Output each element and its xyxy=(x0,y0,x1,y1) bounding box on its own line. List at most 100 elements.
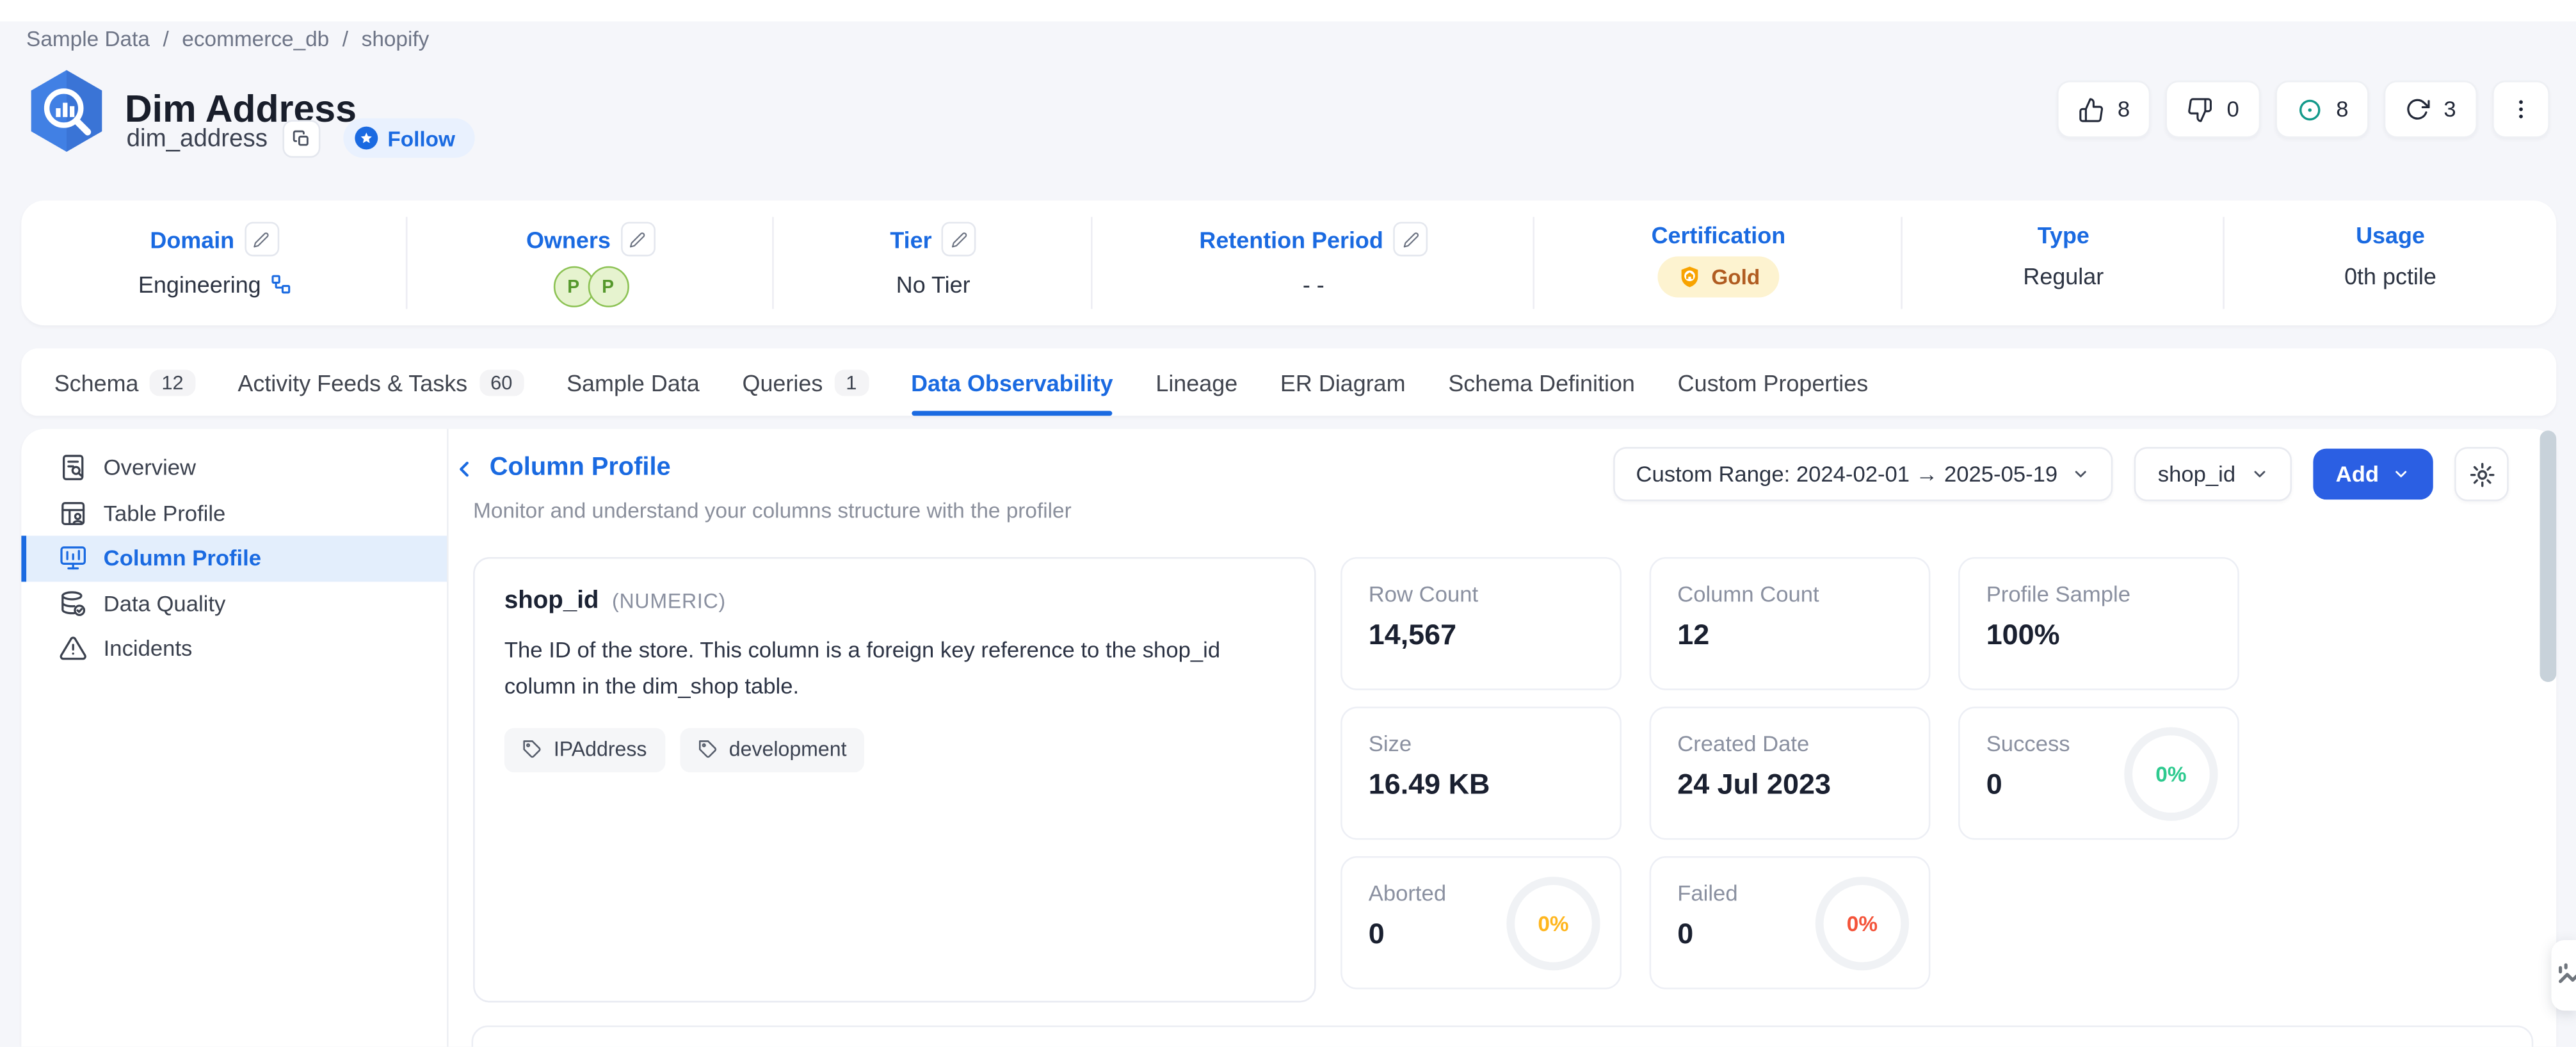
edit-tier-button[interactable] xyxy=(942,222,976,256)
vertical-scrollbar[interactable] xyxy=(2540,430,2557,682)
thumbs-down-icon xyxy=(2187,96,2214,122)
observability-sidebar: Overview Table Profile Column Profile Da… xyxy=(21,429,448,1047)
edit-domain-button[interactable] xyxy=(245,222,279,256)
info-owners: Owners P P xyxy=(407,200,773,325)
profile-stats-grid: Row Count 14,567 Column Count 12 Profile… xyxy=(1340,557,2239,989)
owner-avatars: P P xyxy=(553,266,629,307)
follow-label: Follow xyxy=(387,126,455,150)
breadcrumb-link-schema[interactable]: shopify xyxy=(362,26,430,51)
entity-name: dim_address xyxy=(127,124,268,152)
date-range-dropdown[interactable]: Custom Range: 2024-02-01 → 2025-05-19 xyxy=(1613,447,2114,501)
upvote-count: 8 xyxy=(2118,97,2130,121)
column-tags: IPAddress development xyxy=(504,727,1285,772)
breadcrumb-separator: / xyxy=(163,26,168,51)
data-quality-icon xyxy=(59,590,87,618)
failed-percent-ring: 0% xyxy=(1815,876,1909,970)
profile-controls: Custom Range: 2024-02-01 → 2025-05-19 sh… xyxy=(1613,447,2509,501)
tab-count: 60 xyxy=(479,369,524,395)
info-retention: Retention Period - - xyxy=(1093,200,1534,325)
entity-info-bar: Domain Engineering Owners P P Tier xyxy=(21,200,2556,325)
copy-icon xyxy=(293,129,310,147)
tab-schema[interactable]: Schema12 xyxy=(54,348,195,416)
sidebar-item-data-quality[interactable]: Data Quality xyxy=(21,581,447,626)
type-label: Type xyxy=(2038,222,2089,248)
domain-value[interactable]: Engineering xyxy=(138,271,291,297)
watch-eye-icon xyxy=(2297,96,2323,122)
watch-button[interactable]: 8 xyxy=(2275,81,2370,138)
breadcrumb-link-service[interactable]: Sample Data xyxy=(26,26,150,51)
upvote-button[interactable]: 8 xyxy=(2057,81,2152,138)
tab-data-observability[interactable]: Data Observability xyxy=(911,348,1113,416)
incidents-warning-icon xyxy=(59,635,87,663)
bigquery-service-icon xyxy=(23,67,110,154)
avatar[interactable]: P xyxy=(587,266,628,307)
sidebar-item-incidents[interactable]: Incidents xyxy=(21,626,447,672)
column-description: The ID of the store. This column is a fo… xyxy=(504,633,1285,704)
info-tier: Tier No Tier xyxy=(774,200,1093,325)
chevron-down-icon xyxy=(2392,465,2410,483)
follow-button[interactable]: Follow xyxy=(343,118,475,158)
sidebar-item-table-profile[interactable]: Table Profile xyxy=(21,491,447,536)
watch-count: 8 xyxy=(2336,97,2348,121)
tab-er-diagram[interactable]: ER Diagram xyxy=(1280,348,1406,416)
tab-count: 12 xyxy=(150,369,195,395)
version-history-button[interactable]: 3 xyxy=(2385,81,2477,138)
pencil-icon xyxy=(254,231,270,248)
stat-card-aborted: Aborted 0 0% xyxy=(1340,856,1622,989)
settings-button[interactable] xyxy=(2454,447,2509,501)
copy-name-button[interactable] xyxy=(282,119,320,157)
domain-label: Domain xyxy=(150,226,234,252)
pencil-icon xyxy=(629,231,646,248)
retention-label: Retention Period xyxy=(1199,226,1383,252)
edit-retention-button[interactable] xyxy=(1393,222,1428,256)
kebab-menu-icon xyxy=(2509,97,2533,121)
certification-badge: Gold xyxy=(1657,256,1780,297)
tab-custom-properties[interactable]: Custom Properties xyxy=(1678,348,1869,416)
floating-widget-button[interactable] xyxy=(2552,940,2576,1010)
breadcrumb-separator: / xyxy=(342,26,348,51)
tag-chip[interactable]: IPAddress xyxy=(504,727,665,772)
observability-panel: Overview Table Profile Column Profile Da… xyxy=(21,429,2556,1047)
tab-count: 1 xyxy=(834,369,868,395)
floating-widget-icon xyxy=(2556,958,2576,991)
stat-card-failed: Failed 0 0% xyxy=(1650,856,1931,989)
tab-activity-feeds[interactable]: Activity Feeds & Tasks60 xyxy=(237,348,524,416)
tab-schema-definition[interactable]: Schema Definition xyxy=(1448,348,1635,416)
version-count: 3 xyxy=(2443,97,2456,121)
owners-label: Owners xyxy=(526,226,611,252)
edit-owners-button[interactable] xyxy=(620,222,655,256)
tag-chip[interactable]: development xyxy=(680,727,865,772)
tier-value: No Tier xyxy=(896,271,970,297)
sidebar-item-overview[interactable]: Overview xyxy=(21,445,447,491)
aborted-percent-ring: 0% xyxy=(1506,876,1600,970)
stat-card-size: Size 16.49 KB xyxy=(1340,707,1622,840)
breadcrumb-link-database[interactable]: ecommerce_db xyxy=(182,26,329,51)
version-refresh-icon xyxy=(2406,97,2430,121)
info-domain: Domain Engineering xyxy=(21,200,407,325)
tab-sample-data[interactable]: Sample Data xyxy=(567,348,700,416)
more-options-button[interactable] xyxy=(2492,81,2550,138)
certification-value: Gold xyxy=(1711,264,1760,289)
info-usage: Usage 0th pctile xyxy=(2225,200,2556,325)
sidebar-item-column-profile[interactable]: Column Profile xyxy=(21,536,447,581)
usage-value: 0th pctile xyxy=(2344,263,2436,289)
column-selector-dropdown[interactable]: shop_id xyxy=(2135,447,2292,501)
chevron-down-icon xyxy=(2072,465,2090,483)
pencil-icon xyxy=(951,231,967,248)
downvote-button[interactable]: 0 xyxy=(2166,81,2261,138)
tab-queries[interactable]: Queries1 xyxy=(743,348,869,416)
usage-label: Usage xyxy=(2356,222,2425,248)
success-percent-ring: 0% xyxy=(2124,726,2218,820)
overview-icon xyxy=(59,454,87,482)
tab-lineage[interactable]: Lineage xyxy=(1155,348,1237,416)
stat-card-profile-sample: Profile Sample 100% xyxy=(1958,557,2239,690)
section-subtitle: Monitor and understand your columns stru… xyxy=(473,498,1072,523)
tier-label: Tier xyxy=(890,226,931,252)
add-button[interactable]: Add xyxy=(2313,449,2433,500)
tag-icon xyxy=(522,740,542,759)
downvote-count: 0 xyxy=(2227,97,2239,121)
column-profile-back-link[interactable]: Column Profile xyxy=(452,453,671,483)
column-profile-icon xyxy=(59,544,87,572)
section-heading: Column Profile xyxy=(490,453,671,483)
page: Sample Data / ecommerce_db / shopify Dim… xyxy=(0,0,2576,1047)
